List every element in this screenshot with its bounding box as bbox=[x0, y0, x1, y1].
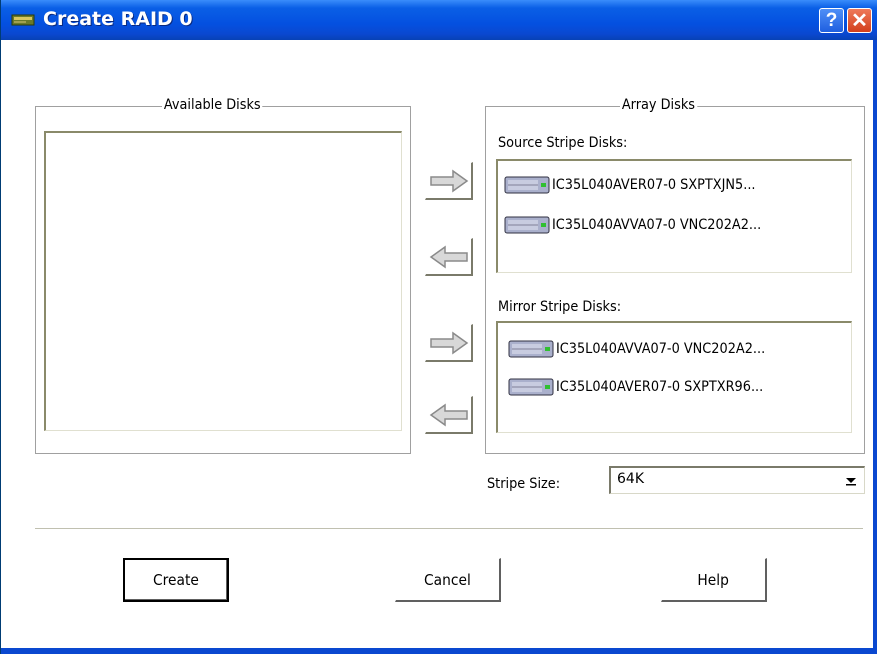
hard-disk-icon bbox=[508, 340, 554, 358]
chevron-down-icon[interactable] bbox=[840, 470, 862, 491]
hard-disk-icon bbox=[504, 216, 550, 234]
left-arrow-icon bbox=[429, 245, 468, 268]
help-button-label: Help bbox=[697, 570, 730, 589]
disk-name: IC35L040AVVA07-0 VNC202A2... bbox=[552, 217, 762, 233]
cancel-button[interactable]: Cancel bbox=[395, 558, 501, 602]
left-arrow-icon bbox=[429, 403, 468, 426]
question-icon: ? bbox=[825, 9, 838, 31]
window-border-right bbox=[873, 40, 877, 654]
source-stripe-disks-list[interactable]: IC35L040AVER07-0 SXPTXJN5... IC35L040AVV… bbox=[496, 159, 852, 273]
title-bar[interactable]: Create RAID 0 ? ✕ bbox=[1, 0, 877, 40]
help-button[interactable]: Help bbox=[661, 558, 767, 602]
close-icon: ✕ bbox=[851, 10, 868, 32]
window-border-bottom bbox=[1, 648, 877, 654]
remove-mirror-disk-button[interactable] bbox=[425, 396, 473, 434]
list-item[interactable]: IC35L040AVVA07-0 VNC202A2... bbox=[504, 213, 779, 237]
title-close-button[interactable]: ✕ bbox=[847, 8, 872, 33]
create-button[interactable]: Create bbox=[123, 558, 229, 602]
raid-app-icon bbox=[11, 14, 35, 26]
create-raid-dialog: Create RAID 0 ? ✕ Available Disks Array … bbox=[0, 0, 877, 654]
right-arrow-icon bbox=[429, 331, 468, 354]
available-disks-group: Available Disks bbox=[35, 97, 411, 454]
hard-disk-icon bbox=[504, 176, 550, 194]
cancel-button-label: Cancel bbox=[424, 570, 471, 589]
source-stripe-disks-label: Source Stripe Disks: bbox=[498, 135, 628, 151]
stripe-size-select[interactable]: 64K bbox=[609, 466, 865, 494]
hard-disk-icon bbox=[508, 378, 554, 396]
mirror-stripe-disks-list[interactable]: IC35L040AVVA07-0 VNC202A2... IC35L040AVE… bbox=[496, 321, 852, 433]
available-disks-label: Available Disks bbox=[162, 97, 263, 113]
list-item[interactable]: IC35L040AVER07-0 SXPTXJN5... bbox=[504, 173, 773, 197]
right-arrow-icon bbox=[429, 169, 468, 192]
stripe-size-label: Stripe Size: bbox=[487, 476, 561, 492]
disk-name: IC35L040AVVA07-0 VNC202A2... bbox=[556, 341, 766, 357]
disk-name: IC35L040AVER07-0 SXPTXR96... bbox=[556, 379, 764, 395]
separator bbox=[35, 528, 863, 530]
add-source-disk-button[interactable] bbox=[425, 162, 473, 200]
list-item[interactable]: IC35L040AVER07-0 SXPTXR96... bbox=[508, 375, 781, 399]
list-item[interactable]: IC35L040AVVA07-0 VNC202A2... bbox=[508, 337, 783, 361]
title-help-button[interactable]: ? bbox=[819, 8, 844, 33]
stripe-size-value: 64K bbox=[617, 471, 644, 487]
remove-source-disk-button[interactable] bbox=[425, 238, 473, 276]
create-button-label: Create bbox=[153, 571, 199, 589]
array-disks-group: Array Disks Source Stripe Disks: IC35L04… bbox=[485, 97, 865, 454]
add-mirror-disk-button[interactable] bbox=[425, 324, 473, 362]
available-disks-list[interactable] bbox=[44, 131, 402, 431]
disk-name: IC35L040AVER07-0 SXPTXJN5... bbox=[552, 177, 756, 193]
dialog-title: Create RAID 0 bbox=[43, 8, 193, 30]
dropdown-arrow-glyph bbox=[846, 477, 856, 485]
array-disks-label: Array Disks bbox=[620, 97, 697, 113]
mirror-stripe-disks-label: Mirror Stripe Disks: bbox=[498, 299, 622, 315]
